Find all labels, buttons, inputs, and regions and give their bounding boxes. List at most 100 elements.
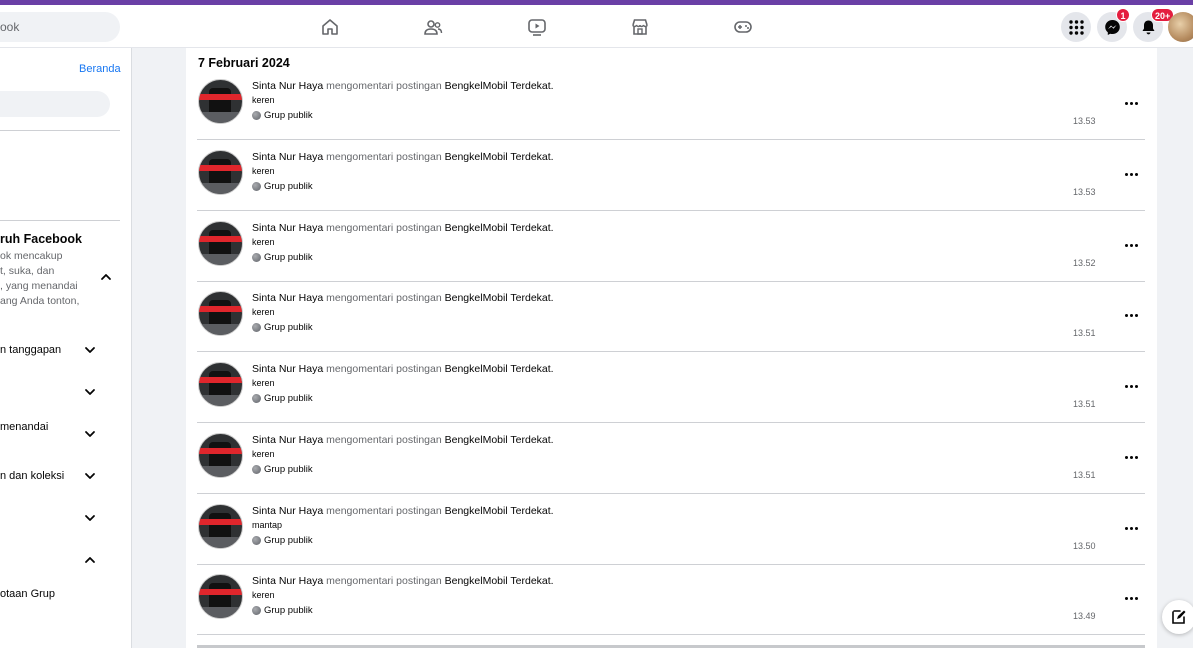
comment-text: keren (252, 166, 275, 176)
nav-gaming[interactable] (733, 17, 753, 37)
post-thumbnail[interactable] (198, 150, 243, 195)
activity-time: 13.53 (1073, 187, 1096, 197)
activity-text: Sinta Nur Haya mengomentari postingan Be… (252, 80, 554, 92)
more-options-button[interactable] (1121, 235, 1141, 255)
audience-label: Grup publik (252, 110, 313, 121)
notifications-button[interactable]: 20+ (1133, 8, 1175, 42)
more-options-button[interactable] (1121, 164, 1141, 184)
activity-time: 13.51 (1073, 328, 1096, 338)
activity-time: 13.51 (1073, 470, 1096, 480)
search-facebook-input[interactable]: ook (0, 12, 120, 42)
expand-koleksi-button[interactable] (84, 470, 96, 482)
sidebar-search-input[interactable] (0, 91, 110, 117)
collapse-item-6-button[interactable] (84, 554, 96, 566)
post-thumbnail[interactable] (198, 574, 243, 619)
post-thumbnail[interactable] (198, 79, 243, 124)
activity-time: 13.51 (1073, 399, 1096, 409)
post-thumbnail[interactable] (198, 362, 243, 407)
home-icon (322, 19, 338, 35)
comment-text: keren (252, 95, 275, 105)
activity-text: Sinta Nur Haya mengomentari postingan Be… (252, 222, 554, 234)
audience-label: Grup publik (252, 252, 313, 263)
chevron-down-icon (85, 347, 95, 353)
activity-log-main: 7 Februari 2024 Sinta Nur Haya mengoment… (186, 48, 1157, 648)
more-icon (1124, 526, 1128, 530)
activity-text: Sinta Nur Haya mengomentari postingan Be… (252, 363, 554, 375)
edit-icon (1172, 610, 1186, 624)
more-options-button[interactable] (1121, 518, 1141, 538)
comment-text: keren (252, 378, 275, 388)
more-icon (1124, 455, 1128, 459)
activity-row[interactable]: Sinta Nur Haya mengomentari postingan Be… (197, 564, 1145, 635)
account-avatar[interactable] (1168, 12, 1193, 42)
activity-log-sidebar: Beranda ruh Facebook ok mencakup t, suka… (0, 48, 132, 648)
post-thumbnail[interactable] (198, 504, 243, 549)
post-thumbnail[interactable] (198, 291, 243, 336)
messenger-badge: 1 (1116, 8, 1130, 22)
activity-text: Sinta Nur Haya mengomentari postingan Be… (252, 505, 554, 517)
more-options-button[interactable] (1121, 305, 1141, 325)
nav-home[interactable] (320, 17, 340, 37)
post-thumbnail[interactable] (198, 433, 243, 478)
new-message-button[interactable] (1162, 600, 1193, 634)
activity-text: Sinta Nur Haya mengomentari postingan Be… (252, 151, 554, 163)
beranda-link[interactable]: Beranda (79, 63, 121, 75)
activity-row[interactable]: Sinta Nur Haya mengomentari postingan Be… (197, 140, 1145, 211)
menu-grid-icon (1068, 19, 1084, 35)
activity-row[interactable]: Sinta Nur Haya mengomentari postingan Be… (197, 494, 1145, 565)
more-options-button[interactable] (1121, 93, 1141, 113)
audience-label: Grup publik (252, 322, 313, 333)
activity-row[interactable]: Sinta Nur Haya mengomentari postingan Be… (197, 69, 1145, 140)
activity-row[interactable]: Sinta Nur Haya mengomentari postingan Be… (197, 211, 1145, 282)
comment-text: keren (252, 307, 275, 317)
chevron-up-icon (85, 557, 95, 563)
chevron-down-icon (85, 515, 95, 521)
messenger-button[interactable]: 1 (1097, 8, 1130, 42)
sidebar-item-menandai[interactable]: menandai (0, 421, 48, 433)
more-options-button[interactable] (1121, 376, 1141, 396)
activity-text: Sinta Nur Haya mengomentari postingan Be… (252, 434, 554, 446)
nav-watch[interactable] (527, 17, 547, 37)
collapse-section-button[interactable] (100, 271, 112, 283)
activity-text: Sinta Nur Haya mengomentari postingan Be… (252, 575, 554, 587)
more-icon (1124, 384, 1128, 388)
activity-row[interactable]: Sinta Nur Haya mengomentari postingan Be… (197, 281, 1145, 352)
more-options-button[interactable] (1121, 588, 1141, 608)
comment-text: keren (252, 590, 275, 600)
messenger-icon (1104, 19, 1120, 35)
nav-marketplace[interactable] (630, 17, 650, 37)
globe-icon (252, 111, 261, 120)
top-navigation-bar: ook 1 20+ (0, 5, 1193, 48)
post-thumbnail[interactable] (198, 221, 243, 266)
expand-item-2-button[interactable] (84, 386, 96, 398)
globe-icon (252, 536, 261, 545)
activity-time: 13.49 (1073, 611, 1096, 621)
sidebar-item-tanggapan[interactable]: n tanggapan (0, 344, 61, 356)
sidebar-divider (0, 130, 120, 131)
expand-item-5-button[interactable] (84, 512, 96, 524)
date-header: 7 Februari 2024 (198, 56, 290, 70)
gaming-icon (734, 21, 752, 33)
activity-row[interactable]: Sinta Nur Haya mengomentari postingan Be… (197, 423, 1145, 494)
globe-icon (252, 323, 261, 332)
menu-button[interactable] (1061, 12, 1091, 42)
expand-menandai-button[interactable] (84, 428, 96, 440)
chevron-down-icon (85, 389, 95, 395)
sidebar-item-koleksi[interactable]: n dan koleksi (0, 470, 64, 482)
audience-label: Grup publik (252, 605, 313, 616)
activity-time: 13.52 (1073, 258, 1096, 268)
nav-friends[interactable] (423, 17, 443, 37)
audience-label: Grup publik (252, 535, 313, 546)
comment-text: mantap (252, 520, 283, 530)
globe-icon (252, 182, 261, 191)
activity-time: 13.50 (1073, 541, 1096, 551)
activity-row[interactable]: Sinta Nur Haya mengomentari postingan Be… (197, 352, 1145, 423)
more-options-button[interactable] (1121, 447, 1141, 467)
audience-label: Grup publik (252, 393, 313, 404)
sidebar-divider (0, 220, 120, 221)
watch-icon (528, 19, 546, 36)
comment-text: keren (252, 237, 275, 247)
sidebar-item-keanggotaan-grup[interactable]: otaan Grup (0, 588, 55, 600)
expand-tanggapan-button[interactable] (84, 344, 96, 356)
comment-text: keren (252, 449, 275, 459)
